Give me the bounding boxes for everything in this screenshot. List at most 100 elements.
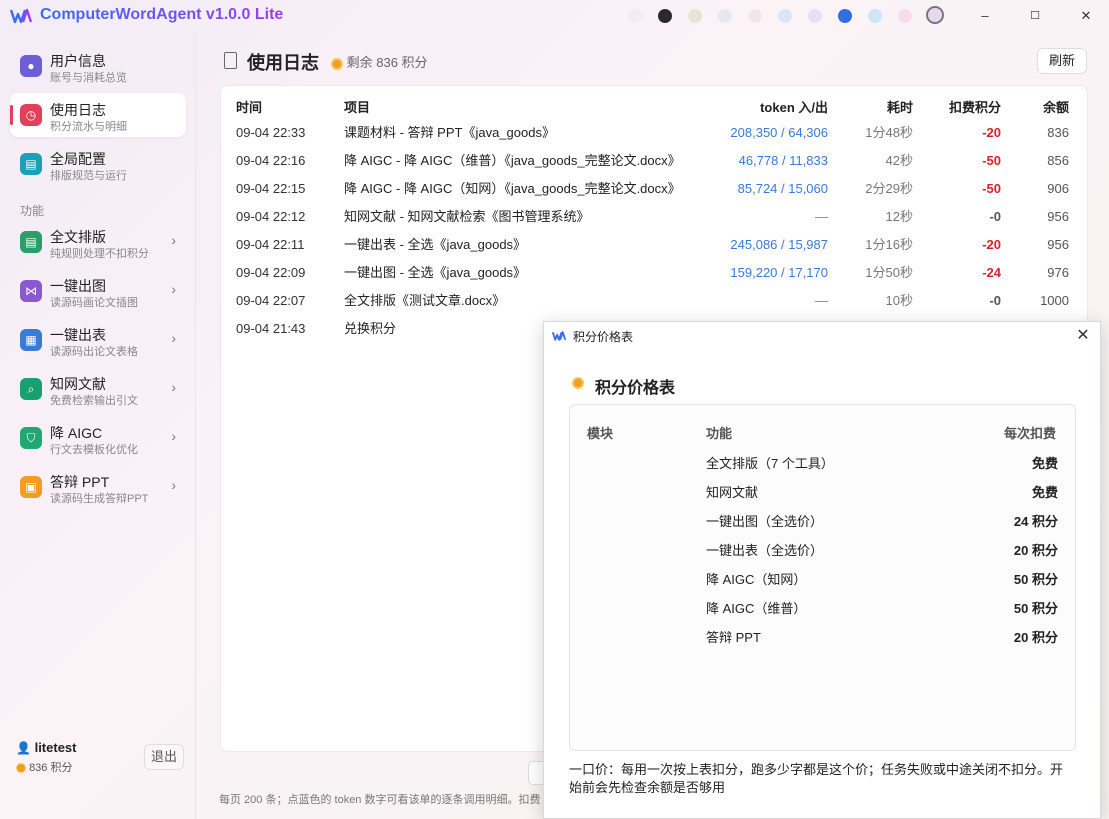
cell-token: — bbox=[815, 209, 828, 224]
price-feature-name: 答辩 PPT bbox=[706, 630, 761, 645]
theme-swatch[interactable] bbox=[898, 9, 912, 23]
coin-icon bbox=[16, 763, 26, 774]
col-duration: 耗时 bbox=[886, 100, 913, 115]
coin-icon bbox=[572, 377, 584, 389]
cell-item: 一键出图 - 全选《java_goods》 bbox=[344, 265, 527, 280]
cell-item: 兑换积分 bbox=[344, 321, 397, 336]
cell-time: 09-04 21:43 bbox=[236, 321, 306, 336]
price-value: 24 积分 bbox=[1013, 514, 1058, 529]
cell-token[interactable]: 46,778 / 11,833 bbox=[739, 153, 828, 169]
theme-swatch[interactable] bbox=[926, 6, 944, 24]
log-doc-icon bbox=[224, 52, 237, 69]
dialog-note: 一口价：每用一次按上表扣分，跑多少字都是这个价；任务失败或中途关闭不扣分。开始前… bbox=[569, 762, 1064, 795]
price-dialog: 积分价格表 ✕ 积分价格表 模块 功能 每次扣费 全文排版（7 个工具） 免费 知网… bbox=[543, 321, 1101, 819]
cell-token[interactable]: 245,086 / 15,987 bbox=[730, 237, 828, 253]
table-row: 09-04 22:09 一键出图 - 全选《java_goods》 159,220 … bbox=[0, 265, 1109, 293]
cell-time: 09-04 22:15 bbox=[236, 181, 306, 196]
price-value: 50 积分 bbox=[1013, 572, 1058, 587]
price-row: 一键出图（全选价） 24 积分 bbox=[544, 511, 1102, 531]
cell-cost: -20 bbox=[982, 125, 1001, 140]
cell-time: 09-04 22:12 bbox=[236, 209, 306, 224]
price-col-cost: 每次扣费 bbox=[1003, 426, 1056, 441]
cell-cost: -0 bbox=[989, 293, 1001, 308]
cell-item: 课题材料 - 答辩 PPT《java_goods》 bbox=[344, 125, 555, 140]
user-credits: 836 积分 bbox=[16, 759, 72, 775]
app-logo-icon bbox=[552, 331, 566, 341]
sidebar-item-features-4[interactable]: ⛉ 降 AIGC 行文去模板化优化 › bbox=[10, 416, 186, 460]
chevron-right-icon: › bbox=[171, 428, 176, 444]
chevron-right-icon: › bbox=[171, 477, 176, 493]
price-feature-name: 降 AIGC（维普） bbox=[706, 601, 807, 616]
cell-duration: 10秒 bbox=[885, 293, 913, 308]
theme-swatch[interactable] bbox=[778, 9, 792, 23]
col-cost: 扣费积分 bbox=[948, 100, 1001, 115]
price-row: 全文排版（7 个工具） 免费 bbox=[544, 453, 1102, 473]
user-name: 👤 litetest bbox=[16, 740, 77, 755]
price-row: 知网文献 免费 bbox=[544, 482, 1102, 502]
minimize-button[interactable]: – bbox=[965, 4, 1005, 28]
cell-cost: -20 bbox=[982, 237, 1001, 252]
cell-time: 09-04 22:09 bbox=[236, 265, 306, 280]
presentation-icon: ▣ bbox=[20, 476, 42, 498]
col-time: 时间 bbox=[236, 100, 263, 115]
theme-swatch[interactable] bbox=[718, 9, 732, 23]
shield-icon: ⛉ bbox=[20, 427, 42, 449]
cell-item: 降 AIGC - 降 AIGC（维普）《java_goods_完整论文.docx… bbox=[344, 153, 681, 168]
logout-button[interactable]: 退出 bbox=[144, 744, 184, 770]
theme-swatch[interactable] bbox=[868, 9, 882, 23]
sidebar-item-subtitle: 账号与消耗总览 bbox=[50, 72, 127, 84]
dialog-close-button[interactable]: ✕ bbox=[1072, 325, 1094, 347]
price-feature-name: 一键出图（全选价） bbox=[706, 514, 824, 529]
cell-duration: 1分48秒 bbox=[865, 125, 913, 140]
sidebar-item-label: 用户信息 bbox=[50, 53, 106, 69]
sidebar-item-items-0[interactable]: ● 用户信息账号与消耗总览 bbox=[10, 44, 186, 88]
sidebar-item-features-3[interactable]: ⌕ 知网文献 免费检索输出引文 › bbox=[10, 367, 186, 411]
theme-swatch[interactable] bbox=[748, 9, 762, 23]
dialog-heading: 积分价格表 bbox=[595, 380, 676, 397]
price-value: 20 积分 bbox=[1013, 630, 1058, 645]
close-button[interactable]: ✕ bbox=[1066, 4, 1106, 28]
table-row: 09-04 22:11 一键出表 - 全选《java_goods》 245,086 … bbox=[0, 237, 1109, 265]
theme-swatch[interactable] bbox=[658, 9, 672, 23]
cell-balance: 976 bbox=[1047, 265, 1069, 280]
cell-duration: 1分50秒 bbox=[865, 265, 913, 280]
sidebar-item-label: 使用日志 bbox=[50, 102, 106, 118]
theme-swatch[interactable] bbox=[628, 9, 642, 23]
cell-token: — bbox=[815, 293, 828, 308]
cell-balance: 856 bbox=[1047, 153, 1069, 168]
table-row: 09-04 22:16 降 AIGC - 降 AIGC（维普）《java_good… bbox=[0, 153, 1109, 181]
cell-token[interactable]: 159,220 / 17,170 bbox=[730, 265, 828, 281]
price-row: 一键出表（全选价） 20 积分 bbox=[544, 540, 1102, 560]
coin-icon bbox=[331, 57, 343, 70]
cell-balance: 906 bbox=[1047, 181, 1069, 196]
cell-cost: -50 bbox=[982, 181, 1001, 196]
sidebar-item-label: 知网文献 bbox=[50, 376, 106, 392]
theme-swatch[interactable] bbox=[688, 9, 702, 23]
footer-note: 每页 200 条；点蓝色的 token 数字可看该单的逐条调用明细。扣费 bbox=[219, 794, 541, 806]
maximize-button[interactable]: ☐ bbox=[1015, 4, 1055, 28]
col-item: 项目 bbox=[344, 100, 371, 115]
table-row: 09-04 22:07 全文排版《测试文章.docx》 — 10秒 -0 1000 bbox=[0, 293, 1109, 321]
price-value: 20 积分 bbox=[1013, 543, 1058, 558]
table-row: 09-04 22:15 降 AIGC - 降 AIGC（知网）《java_good… bbox=[0, 181, 1109, 209]
cell-time: 09-04 22:11 bbox=[236, 237, 305, 252]
price-feature-name: 全文排版（7 个工具） bbox=[706, 456, 834, 471]
cell-time: 09-04 22:33 bbox=[236, 125, 306, 140]
price-value: 50 积分 bbox=[1013, 601, 1058, 616]
cell-cost: -0 bbox=[989, 209, 1001, 224]
price-row: 答辩 PPT 20 积分 bbox=[544, 627, 1102, 647]
user-icon: ● bbox=[20, 55, 42, 77]
price-feature-name: 降 AIGC（知网） bbox=[706, 572, 807, 587]
sidebar-item-label: 答辩 PPT bbox=[50, 474, 110, 490]
cell-token[interactable]: 85,724 / 15,060 bbox=[738, 181, 828, 197]
cell-item: 知网文献 - 知网文献检索《图书管理系统》 bbox=[344, 209, 590, 224]
title-bar: ComputerWordAgent v1.0.0 Lite – ☐ ✕ bbox=[0, 0, 1109, 32]
col-token: token 入/出 bbox=[760, 100, 828, 115]
sidebar-item-features-5[interactable]: ▣ 答辩 PPT 读源码生成答辩PPT › bbox=[10, 465, 186, 509]
cell-item: 一键出表 - 全选《java_goods》 bbox=[344, 237, 527, 252]
theme-swatch[interactable] bbox=[808, 9, 822, 23]
price-value: 免费 bbox=[1031, 456, 1058, 471]
cell-token[interactable]: 208,350 / 64,306 bbox=[730, 125, 828, 141]
theme-swatch[interactable] bbox=[838, 9, 852, 23]
refresh-button[interactable]: 刷新 bbox=[1037, 48, 1087, 74]
